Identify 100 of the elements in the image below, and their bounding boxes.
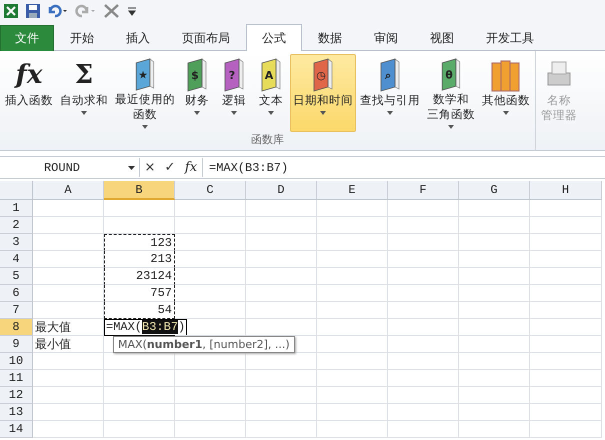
empty-cell bbox=[530, 234, 602, 251]
ribbon-tab[interactable]: 开发工具 bbox=[470, 25, 550, 51]
empty-cell bbox=[317, 285, 388, 302]
empty-cell bbox=[246, 370, 317, 387]
row-header[interactable]: 4 bbox=[0, 251, 33, 268]
row-header[interactable]: 11 bbox=[0, 370, 33, 387]
empty-cell bbox=[317, 387, 388, 404]
empty-cell bbox=[459, 217, 530, 234]
column-header[interactable]: E bbox=[317, 181, 388, 200]
column-header[interactable]: G bbox=[459, 181, 530, 200]
dropdown-caret-icon[interactable] bbox=[128, 166, 135, 170]
empty-cell bbox=[388, 234, 459, 251]
empty-cell bbox=[388, 200, 459, 217]
empty-cell bbox=[246, 234, 317, 251]
empty-cell bbox=[175, 370, 246, 387]
column-header[interactable]: B bbox=[104, 181, 175, 200]
empty-cell bbox=[317, 370, 388, 387]
ribbon-button[interactable]: 其他函数 bbox=[479, 54, 533, 132]
save-icon[interactable] bbox=[25, 3, 41, 19]
ribbon-button[interactable]: A 文本 bbox=[253, 54, 289, 132]
cancel-button[interactable]: × bbox=[140, 160, 160, 175]
empty-cell bbox=[388, 387, 459, 404]
empty-cell bbox=[459, 268, 530, 285]
empty-cell bbox=[246, 302, 317, 319]
empty-cell bbox=[246, 387, 317, 404]
empty-cell bbox=[175, 285, 246, 302]
empty-cell bbox=[530, 336, 602, 353]
function-symbol-icon: Σ bbox=[74, 57, 94, 93]
ribbon-button[interactable]: θ 数学和 三角函数 bbox=[424, 54, 478, 132]
empty-cell bbox=[388, 285, 459, 302]
ribbon-tab[interactable]: 公式 bbox=[246, 24, 302, 51]
column-header[interactable]: C bbox=[175, 181, 246, 200]
row-header[interactable]: 6 bbox=[0, 285, 33, 302]
empty-cell bbox=[104, 217, 175, 234]
empty-cell bbox=[530, 319, 602, 336]
row-header[interactable]: 8 bbox=[0, 319, 33, 336]
empty-cell bbox=[104, 421, 175, 438]
row-header[interactable]: 7 bbox=[0, 302, 33, 319]
empty-cell bbox=[459, 404, 530, 421]
row-header[interactable]: 2 bbox=[0, 217, 33, 234]
ribbon-button[interactable]: $ 财务 bbox=[179, 54, 215, 132]
table-cell: 123 bbox=[104, 234, 175, 251]
ribbon-button[interactable]: ◷ 日期和时间 bbox=[290, 54, 356, 132]
empty-cell bbox=[104, 370, 175, 387]
row-header[interactable]: 10 bbox=[0, 353, 33, 370]
empty-cell bbox=[104, 404, 175, 421]
ribbon-button[interactable]: ⌕ 查找与引用 bbox=[357, 54, 423, 132]
row-header[interactable]: 14 bbox=[0, 421, 33, 438]
row-header[interactable]: 5 bbox=[0, 268, 33, 285]
column-header[interactable]: A bbox=[33, 181, 104, 200]
row-header[interactable]: 9 bbox=[0, 336, 33, 353]
empty-cell bbox=[317, 404, 388, 421]
ribbon-tab[interactable]: 页面布局 bbox=[166, 25, 246, 51]
empty-cell bbox=[388, 421, 459, 438]
empty-cell bbox=[246, 285, 317, 302]
empty-cell bbox=[317, 251, 388, 268]
empty-cell bbox=[530, 421, 602, 438]
empty-cell bbox=[175, 251, 246, 268]
ribbon-button[interactable]: ★ 最近使用的 函数 bbox=[112, 54, 178, 132]
empty-cell bbox=[459, 234, 530, 251]
ribbon-button[interactable]: Σ 自动求和 bbox=[57, 54, 111, 132]
undo-icon[interactable] bbox=[47, 3, 69, 19]
empty-cell bbox=[530, 200, 602, 217]
ribbon-button[interactable]: ? 逻辑 bbox=[216, 54, 252, 132]
empty-cell bbox=[104, 387, 175, 404]
ribbon-tab[interactable]: 插入 bbox=[110, 25, 166, 51]
empty-cell bbox=[459, 353, 530, 370]
row-header[interactable]: 12 bbox=[0, 387, 33, 404]
row-header[interactable]: 1 bbox=[0, 200, 33, 217]
ribbon-tab[interactable]: 审阅 bbox=[358, 25, 414, 51]
ribbon-button[interactable]: fx 插入函数 bbox=[2, 54, 56, 132]
insert-function-button[interactable]: fx bbox=[180, 160, 202, 175]
table-cell: 213 bbox=[104, 251, 175, 268]
empty-cell bbox=[530, 387, 602, 404]
name-box[interactable]: ROUND bbox=[0, 158, 140, 177]
column-header[interactable]: F bbox=[388, 181, 459, 200]
ribbon-tab[interactable]: 文件 bbox=[0, 25, 54, 51]
column-header[interactable]: D bbox=[246, 181, 317, 200]
empty-cell bbox=[388, 353, 459, 370]
formula-field[interactable]: =MAX(B3:B7) bbox=[202, 158, 605, 177]
empty-cell bbox=[317, 302, 388, 319]
empty-cell bbox=[459, 319, 530, 336]
empty-cell bbox=[317, 421, 388, 438]
tools-icon[interactable] bbox=[103, 3, 121, 19]
empty-cell bbox=[459, 251, 530, 268]
empty-cell bbox=[459, 302, 530, 319]
ribbon-tab[interactable]: 视图 bbox=[414, 25, 470, 51]
row-header[interactable]: 13 bbox=[0, 404, 33, 421]
row-header[interactable]: 3 bbox=[0, 234, 33, 251]
active-cell[interactable]: =MAX(B3:B7) bbox=[104, 318, 188, 336]
enter-button[interactable]: ✓ bbox=[160, 160, 180, 175]
empty-cell bbox=[459, 370, 530, 387]
empty-cell bbox=[317, 200, 388, 217]
empty-cell bbox=[459, 285, 530, 302]
ribbon-tab[interactable]: 数据 bbox=[302, 25, 358, 51]
ribbon-tab[interactable]: 开始 bbox=[54, 25, 110, 51]
empty-cell bbox=[246, 268, 317, 285]
column-header[interactable]: H bbox=[530, 181, 602, 200]
empty-cell bbox=[530, 217, 602, 234]
table-cell: 最小值 bbox=[33, 336, 104, 353]
